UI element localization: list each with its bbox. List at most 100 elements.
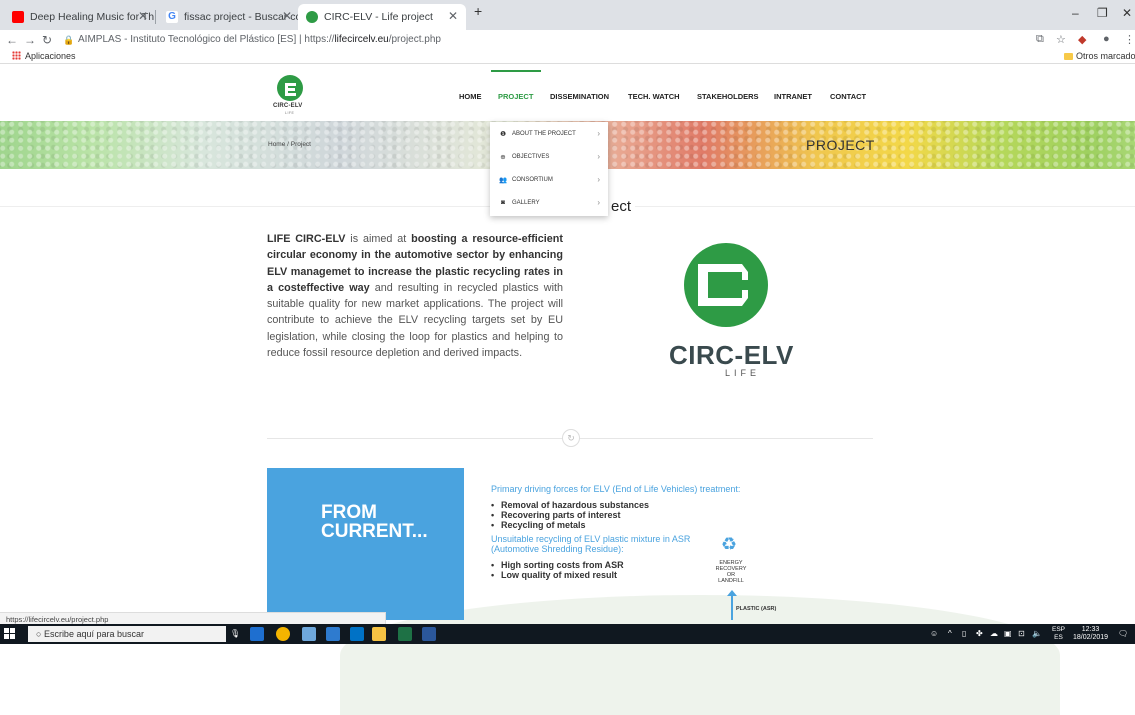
volume-icon[interactable]: 🔈 <box>1032 629 1042 638</box>
bookmark-apps[interactable]: Aplicaciones <box>12 51 76 61</box>
section-title: ect <box>607 198 636 215</box>
bookmarks-bar: Aplicaciones Otros marcadores <box>0 50 1135 64</box>
driving-forces-list: Removal of hazardous substances Recoveri… <box>491 500 791 530</box>
battery-icon[interactable]: ▯ <box>962 629 966 638</box>
back-icon[interactable]: ← <box>6 33 18 47</box>
energy-recovery-label: ENERGY RECOVERY OR LANDFILL <box>715 560 747 584</box>
reload-icon[interactable]: ↻ <box>42 33 52 47</box>
nav-contact[interactable]: CONTACT <box>830 92 866 101</box>
list-item: Removal of hazardous substances <box>491 500 791 510</box>
project-dropdown-menu: ❶ ABOUT THE PROJECT › ⊕ OBJECTIVES › 👥 C… <box>490 122 608 216</box>
tab-title: Deep Healing Music for The <box>30 11 154 23</box>
display-icon[interactable]: ▣ <box>1004 629 1012 638</box>
close-icon[interactable]: ✕ <box>282 9 292 23</box>
tab-title: fissac project - Buscar con Googl <box>184 11 298 23</box>
excel-icon[interactable] <box>398 627 412 641</box>
url-prefix: https:// <box>304 34 335 45</box>
nav-home[interactable]: HOME <box>459 92 482 101</box>
windows-start-icon[interactable] <box>4 628 16 640</box>
close-icon[interactable]: ✕ <box>448 9 458 23</box>
nav-dissemination[interactable]: DISSEMINATION <box>550 92 609 101</box>
tab-circelv[interactable]: CIRC-ELV - Life project ✕ <box>298 4 466 30</box>
site-name: AIMPLAS - Instituto Tecnológico del Plás… <box>78 34 297 45</box>
apps-icon <box>12 51 21 60</box>
list-item: Recovering parts of interest <box>491 510 791 520</box>
google-icon: G <box>166 11 178 23</box>
url-domain: lifecircelv.eu <box>334 34 389 45</box>
translate-icon[interactable]: ⧉ <box>1036 33 1044 46</box>
breadcrumb[interactable]: Home / Project <box>268 141 311 148</box>
site-header: CIRC-ELV LIFE HOME PROJECT DISSEMINATION… <box>0 64 1135 121</box>
window-close-icon[interactable]: ✕ <box>1122 6 1132 20</box>
big-logo-life: LIFE <box>725 368 761 378</box>
chevron-right-icon: › <box>597 129 600 138</box>
word-icon[interactable] <box>422 627 436 641</box>
microphone-icon[interactable]: 🎙 <box>230 629 240 638</box>
notifications-icon[interactable]: 🗨 <box>1118 629 1128 638</box>
close-icon[interactable]: ✕ <box>138 9 148 23</box>
taskbar-search-input[interactable]: ○ Escribe aquí para buscar <box>28 626 226 642</box>
profile-icon[interactable]: ● <box>1103 33 1110 45</box>
cloud-icon[interactable]: ☁ <box>990 629 998 638</box>
maximize-icon[interactable]: ❐ <box>1097 6 1108 20</box>
chevron-right-icon: › <box>597 152 600 161</box>
outlook-icon[interactable] <box>350 627 364 641</box>
nav-project[interactable]: PROJECT <box>498 92 533 101</box>
people-icon[interactable]: ☺ <box>930 629 938 638</box>
extension-icon[interactable]: ◆ <box>1078 33 1086 46</box>
banner-title: PROJECT <box>806 137 875 153</box>
youtube-icon <box>12 11 24 23</box>
big-logo-text: CIRC-ELV <box>669 340 794 370</box>
nav-stakeholders[interactable]: STAKEHOLDERS <box>697 92 759 101</box>
tab-youtube[interactable]: Deep Healing Music for The ✕ <box>4 4 154 30</box>
tab-google[interactable]: G fissac project - Buscar con Googl ✕ <box>158 4 298 30</box>
unsuitable-recycling-heading: Unsuitable recycling of ELV plastic mixt… <box>491 534 691 554</box>
nav-active-indicator <box>491 70 541 72</box>
language-indicator[interactable]: ESP ES <box>1052 626 1065 642</box>
chevron-right-icon: › <box>597 198 600 207</box>
folder-icon <box>1064 53 1073 60</box>
lock-icon: 🔒 <box>63 35 75 45</box>
chrome-icon[interactable] <box>276 627 290 641</box>
list-item: Recycling of metals <box>491 520 791 530</box>
dropdown-item-objectives[interactable]: ⊕ OBJECTIVES › <box>490 145 608 168</box>
edge-icon[interactable] <box>250 627 264 641</box>
chevron-right-icon: › <box>597 175 600 184</box>
new-tab-button[interactable]: + <box>474 3 482 19</box>
logo-text: CIRC-ELV <box>273 103 303 109</box>
dropdown-item-consortium[interactable]: 👥 CONSORTIUM › <box>490 168 608 191</box>
driving-forces-heading: Primary driving forces for ELV (End of L… <box>491 484 741 494</box>
nav-intranet[interactable]: INTRANET <box>774 92 812 101</box>
windows-taskbar: ○ Escribe aquí para buscar 🎙 ☺ ^ ▯ ✤ ☁ ▣… <box>0 624 1135 644</box>
circelv-big-logo-icon <box>684 243 768 327</box>
arrow-shaft <box>731 594 733 620</box>
bird-app-icon[interactable] <box>302 627 316 641</box>
refresh-icon: ↻ <box>562 429 580 447</box>
forward-icon[interactable]: → <box>24 33 36 47</box>
dropdown-item-about[interactable]: ❶ ABOUT THE PROJECT › <box>490 122 608 145</box>
chart-app-icon[interactable] <box>326 627 340 641</box>
tray-app-icon[interactable]: ✤ <box>976 629 983 638</box>
taskbar-clock[interactable]: 12:33 18/02/2019 <box>1073 626 1108 642</box>
url-field[interactable]: AIMPLAS - Instituto Tecnológico del Plás… <box>78 34 441 45</box>
url-path: /project.php <box>388 34 441 45</box>
group-icon: 👥 <box>498 176 508 184</box>
status-url: https://lifecircelv.eu/project.php <box>0 612 386 624</box>
camera-icon: ◙ <box>501 199 505 206</box>
tray-chevron-icon[interactable]: ^ <box>948 629 952 638</box>
from-current-box: FROM CURRENT... <box>267 468 464 620</box>
nav-tech-watch[interactable]: TECH. WATCH <box>628 92 680 101</box>
circelv-logo-icon[interactable] <box>276 74 304 102</box>
plastic-asr-label: PLASTIC (ASR) <box>736 606 777 612</box>
minimize-icon[interactable]: – <box>1072 6 1079 20</box>
network-icon[interactable]: ⊡ <box>1018 629 1025 638</box>
menu-icon[interactable]: ⋮ <box>1124 33 1135 46</box>
star-icon[interactable]: ☆ <box>1056 33 1066 46</box>
target-icon: ⊕ <box>500 153 506 161</box>
intro-paragraph: LIFE CIRC-ELV is aimed at boosting a res… <box>267 233 563 360</box>
info-icon: ❶ <box>500 130 506 138</box>
tab-title: CIRC-ELV - Life project <box>324 11 433 23</box>
explorer-icon[interactable] <box>372 627 386 641</box>
bookmark-other[interactable]: Otros marcadores <box>1064 51 1135 61</box>
dropdown-item-gallery[interactable]: ◙ GALLERY › <box>490 191 608 214</box>
